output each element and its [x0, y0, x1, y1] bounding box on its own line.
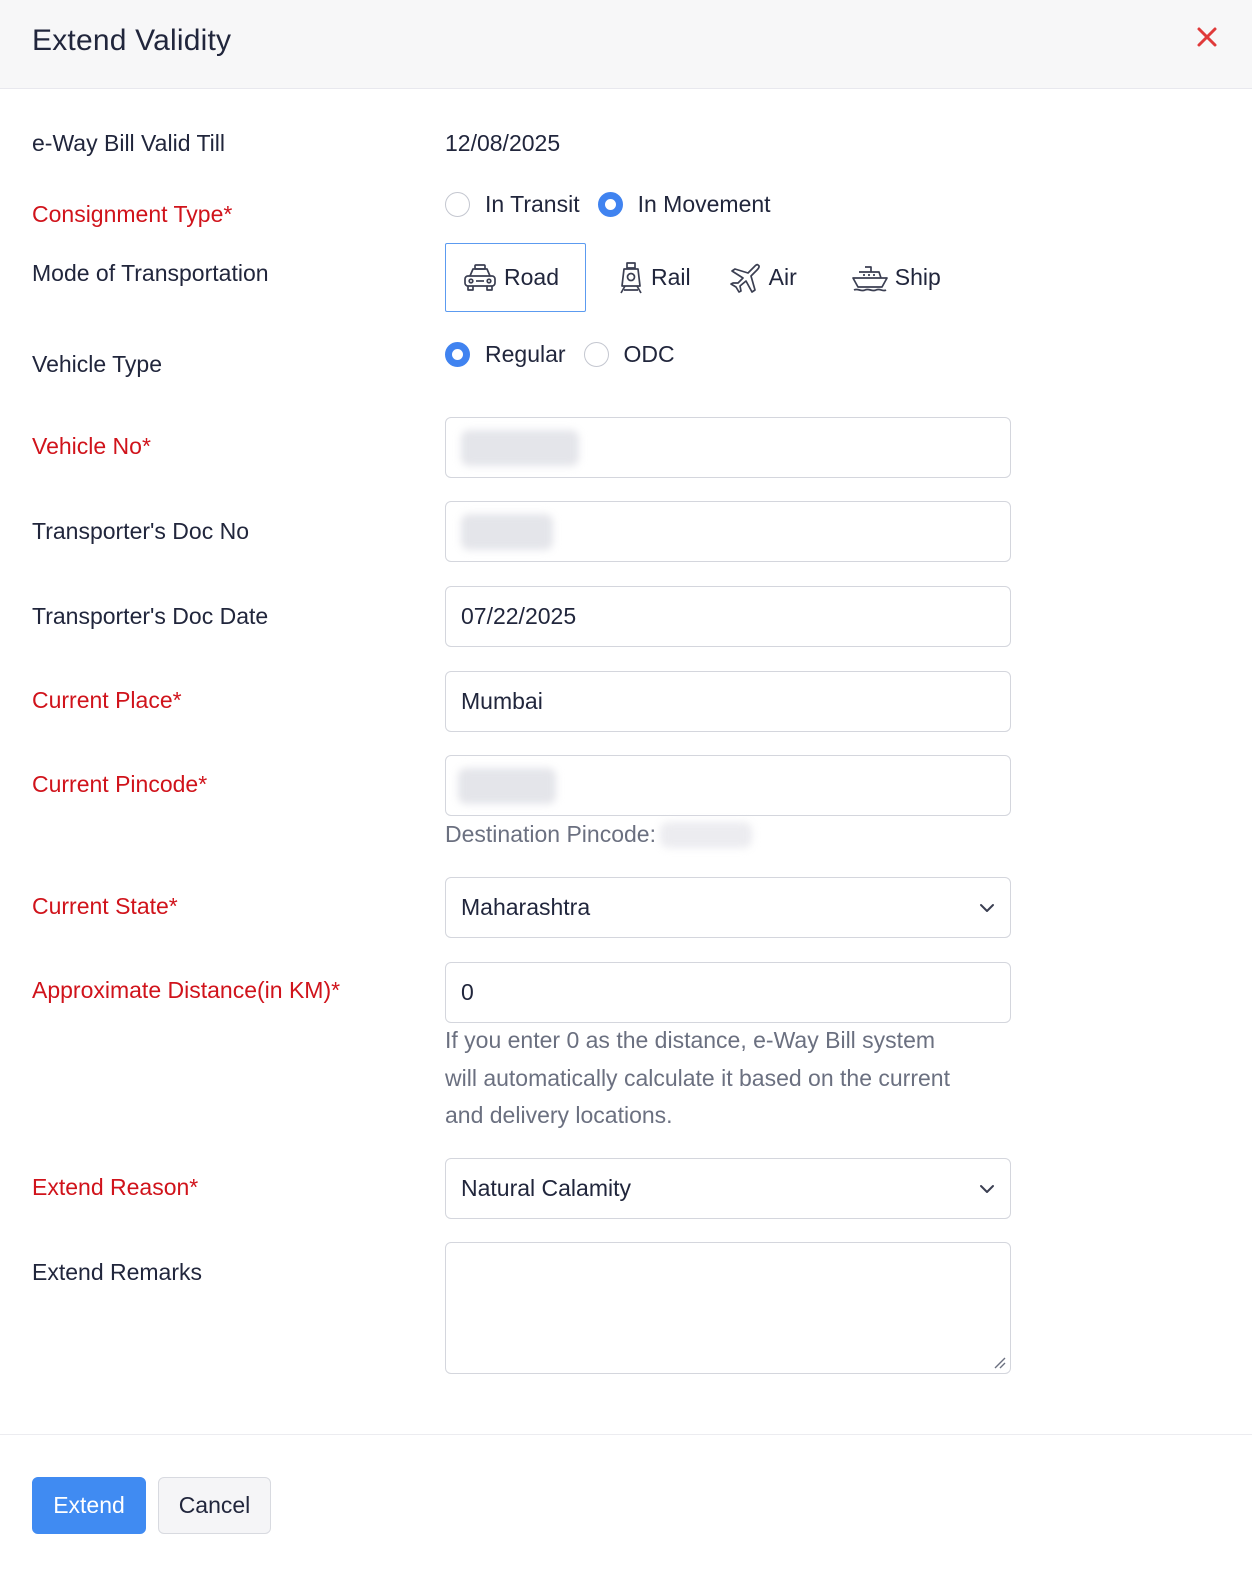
mode-rail[interactable]: Rail [602, 243, 708, 312]
consignment-type-radio-group: In Transit In Movement [445, 191, 789, 218]
radio-circle-selected [597, 192, 623, 217]
radio-odc[interactable]: ODC [583, 341, 675, 368]
distance-input[interactable]: 0 [445, 962, 1011, 1023]
resize-handle-icon[interactable] [992, 1355, 1006, 1369]
mode-road-label: Road [504, 264, 559, 290]
vehicle-no-label: Vehicle No* [32, 433, 151, 459]
doc-no-label: Transporter's Doc No [32, 518, 249, 544]
extend-remarks-label: Extend Remarks [32, 1259, 203, 1285]
doc-date-value: 07/22/2025 [461, 603, 577, 629]
distance-hint: If you enter 0 as the distance, e-Way Bi… [445, 1022, 950, 1135]
mode-rail-label: Rail [651, 264, 691, 290]
mode-road[interactable]: Road [445, 243, 586, 312]
destination-pincode-label: Destination Pincode: [445, 821, 656, 847]
mode-ship[interactable]: Ship [814, 243, 958, 312]
footer-divider [0, 1434, 1252, 1435]
chevron-down-icon [980, 1185, 994, 1193]
valid-till-value: 12/08/2025 [445, 130, 561, 156]
radio-circle [583, 342, 609, 367]
cancel-button[interactable]: Cancel [158, 1477, 271, 1534]
current-place-label: Current Place* [32, 687, 182, 713]
extend-button[interactable]: Extend [32, 1477, 146, 1534]
current-pincode-input[interactable] [445, 755, 1011, 816]
car-icon [464, 263, 496, 291]
mode-air-label: Air [768, 264, 797, 290]
vehicle-type-radio-group: Regular ODC [445, 341, 693, 368]
ship-icon [851, 265, 888, 291]
vehicle-type-label: Vehicle Type [32, 351, 163, 377]
mode-air[interactable]: Air [708, 243, 814, 312]
current-state-label: Current State* [32, 893, 178, 919]
current-state-value: Maharashtra [461, 894, 591, 920]
redacted-value [659, 821, 752, 848]
extend-reason-label: Extend Reason* [32, 1174, 199, 1200]
extend-reason-select[interactable]: Natural Calamity [445, 1158, 1011, 1219]
radio-circle [445, 192, 470, 217]
radio-regular[interactable]: Regular [445, 341, 566, 368]
vehicle-no-input[interactable] [445, 417, 1011, 478]
extend-remarks-textarea[interactable] [445, 1242, 1011, 1374]
radio-label: Regular [485, 341, 566, 367]
extend-reason-value: Natural Calamity [461, 1175, 631, 1201]
close-icon[interactable] [1192, 22, 1222, 52]
doc-date-input[interactable]: 07/22/2025 [445, 586, 1011, 647]
redacted-value [461, 429, 579, 466]
radio-label: In Transit [485, 191, 580, 217]
mode-ship-label: Ship [894, 264, 941, 290]
transport-mode-selector: Road Rail Air Ship [445, 243, 958, 312]
current-pincode-label: Current Pincode* [32, 771, 208, 797]
distance-value: 0 [461, 979, 474, 1005]
distance-hint-line: If you enter 0 as the distance, e-Way Bi… [445, 1027, 936, 1053]
radio-label: In Movement [637, 191, 771, 217]
radio-label: ODC [623, 341, 675, 367]
dialog-title: Extend Validity [32, 24, 232, 57]
doc-date-label: Transporter's Doc Date [32, 603, 269, 629]
dialog-header: Extend Validity [0, 0, 1252, 89]
destination-pincode-hint: Destination Pincode: [445, 816, 752, 854]
redacted-value [461, 513, 553, 550]
radio-circle-selected [445, 342, 470, 367]
distance-hint-line: and delivery locations. [445, 1102, 673, 1128]
chevron-down-icon [980, 904, 994, 912]
current-place-value: Mumbai [461, 688, 543, 714]
valid-till-label: e-Way Bill Valid Till [32, 130, 225, 156]
redacted-value [458, 767, 556, 804]
current-place-input[interactable]: Mumbai [445, 671, 1011, 732]
distance-hint-line: will automatically calculate it based on… [445, 1064, 950, 1091]
train-icon [620, 261, 642, 293]
airplane-icon [729, 263, 760, 293]
doc-no-input[interactable] [445, 501, 1011, 562]
mode-label: Mode of Transportation [32, 260, 269, 286]
current-state-select[interactable]: Maharashtra [445, 877, 1011, 938]
radio-in-transit[interactable]: In Transit [445, 191, 580, 218]
distance-label: Approximate Distance(in KM)* [32, 977, 341, 1003]
radio-in-movement[interactable]: In Movement [597, 191, 771, 218]
consignment-type-label: Consignment Type* [32, 201, 233, 227]
